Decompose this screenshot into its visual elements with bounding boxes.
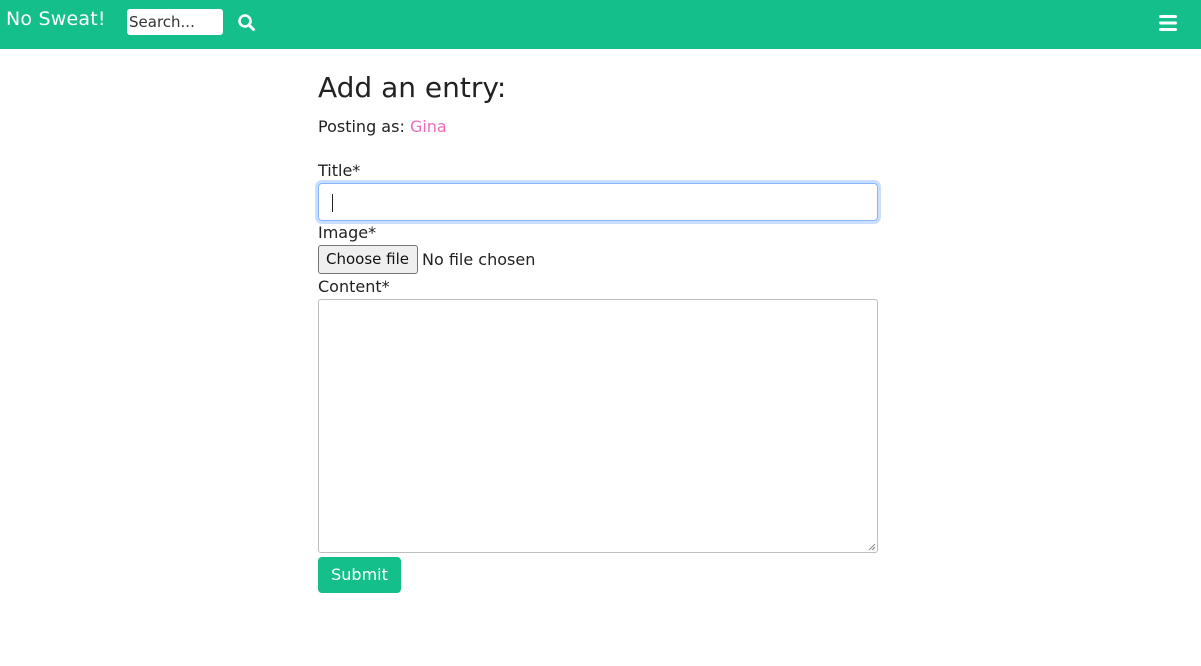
image-label: Image* bbox=[318, 223, 377, 242]
posting-as-label: Posting as: bbox=[318, 117, 405, 136]
content-label: Content* bbox=[318, 277, 390, 296]
posting-as-line: Posting as: Gina bbox=[318, 117, 447, 136]
title-input[interactable] bbox=[318, 183, 878, 221]
search-input[interactable] bbox=[127, 9, 223, 35]
text-caret bbox=[332, 194, 333, 212]
title-label: Title* bbox=[318, 161, 361, 180]
hamburger-menu-icon[interactable] bbox=[1157, 13, 1179, 33]
file-status-text: No file chosen bbox=[422, 250, 536, 269]
top-navbar: No Sweat! bbox=[0, 0, 1201, 49]
choose-file-button[interactable]: Choose file bbox=[318, 245, 418, 274]
page-title: Add an entry: bbox=[318, 71, 507, 104]
content-textarea[interactable] bbox=[318, 299, 878, 553]
posting-as-user-link[interactable]: Gina bbox=[410, 117, 447, 136]
brand-logo[interactable]: No Sweat! bbox=[6, 8, 106, 30]
submit-button[interactable]: Submit bbox=[318, 557, 401, 593]
search-icon[interactable] bbox=[236, 12, 258, 34]
image-file-input[interactable]: Choose file No file chosen bbox=[318, 245, 535, 274]
resize-grip-icon[interactable] bbox=[868, 543, 876, 551]
